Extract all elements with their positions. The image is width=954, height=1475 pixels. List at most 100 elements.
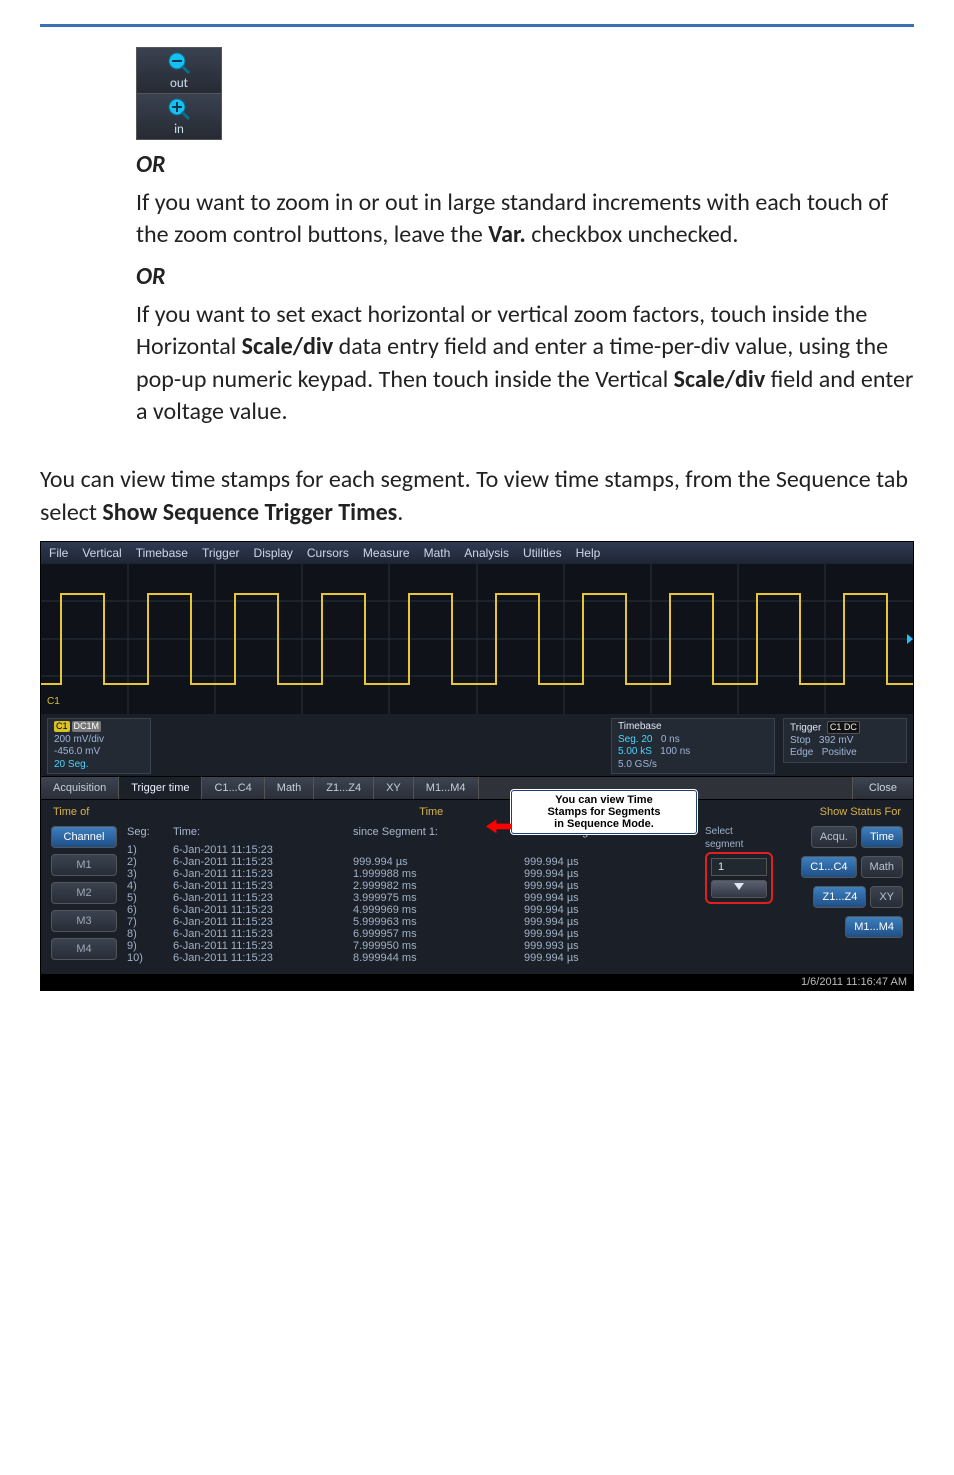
- menu-help[interactable]: Help: [576, 546, 601, 560]
- tab-acquisition[interactable]: Acquisition: [41, 777, 119, 799]
- menu-file[interactable]: File: [49, 546, 68, 560]
- table-row: 10)6-Jan-2011 11:15:238.999944 ms999.994…: [127, 952, 695, 964]
- cell-between: 999.994 µs: [524, 952, 695, 964]
- zoom-in-icon: [166, 96, 192, 122]
- chip-m4[interactable]: M4: [51, 938, 117, 960]
- p1b: checkbox unchecked.: [526, 220, 739, 249]
- segsel-label-a: Select: [705, 826, 773, 837]
- zoom-out-label: out: [137, 76, 221, 91]
- timebase-info-box[interactable]: Timebase Seg. 20 0 ns 5.00 kS 100 ns 5.0…: [611, 718, 775, 774]
- status-bar: 1/6/2011 11:16:47 AM: [41, 974, 913, 990]
- tab-xy[interactable]: XY: [374, 777, 414, 799]
- tb-title: Timebase: [618, 721, 768, 734]
- show-status-for-label: Show Status For: [820, 806, 901, 818]
- ch-vdiv: 200 mV/div: [54, 734, 144, 747]
- btn-m1m4[interactable]: M1...M4: [845, 916, 903, 938]
- chip-channel[interactable]: Channel: [51, 826, 117, 848]
- btn-math[interactable]: Math: [861, 856, 903, 878]
- cell-since: 6.999957 ms: [353, 928, 524, 940]
- paragraph-2: If you want to set exact horizontal or v…: [136, 299, 914, 429]
- cell-seg: 4): [127, 880, 173, 892]
- p3-bold: Show Sequence Trigger Times: [102, 498, 397, 527]
- trg-stop: Stop: [790, 735, 811, 746]
- cell-seg: 1): [127, 844, 173, 856]
- trg-slope: Positive: [822, 747, 857, 758]
- table-row: 2)6-Jan-2011 11:15:23999.994 µs999.994 µ…: [127, 856, 695, 868]
- callout-l2: Stamps for Segments: [520, 806, 688, 818]
- cell-since: 7.999950 ms: [353, 940, 524, 952]
- tab-m1m4[interactable]: M1...M4: [414, 777, 479, 799]
- cell-time: 6-Jan-2011 11:15:23: [173, 940, 353, 952]
- callout-l3: in Sequence Mode.: [520, 818, 688, 830]
- trg-edge: Edge: [790, 747, 813, 758]
- c1-badge: C1: [54, 721, 70, 732]
- table-row: 4)6-Jan-2011 11:15:232.999982 ms999.994 …: [127, 880, 695, 892]
- chip-m1[interactable]: M1: [51, 854, 117, 876]
- btn-acqu[interactable]: Acqu.: [811, 826, 857, 848]
- svg-text:C1: C1: [47, 696, 60, 707]
- btn-z1z4[interactable]: Z1...Z4: [813, 886, 866, 908]
- table-row: 1)6-Jan-2011 11:15:23: [127, 844, 695, 856]
- menu-timebase[interactable]: Timebase: [136, 546, 188, 560]
- cell-time: 6-Jan-2011 11:15:23: [173, 928, 353, 940]
- table-row: 7)6-Jan-2011 11:15:235.999963 ms999.994 …: [127, 916, 695, 928]
- cell-since: 2.999982 ms: [353, 880, 524, 892]
- menu-vertical[interactable]: Vertical: [82, 546, 121, 560]
- btn-c1c4[interactable]: C1...C4: [801, 856, 856, 878]
- or-heading-1: OR: [136, 150, 914, 179]
- waveform-grid[interactable]: C1: [41, 564, 913, 714]
- cell-seg: 9): [127, 940, 173, 952]
- table-row: 8)6-Jan-2011 11:15:236.999957 ms999.994 …: [127, 928, 695, 940]
- sub-bar: Time of Time Show Status For: [41, 800, 913, 820]
- cell-time: 6-Jan-2011 11:15:23: [173, 952, 353, 964]
- menu-analysis[interactable]: Analysis: [464, 546, 509, 560]
- menu-math[interactable]: Math: [424, 546, 451, 560]
- time-label: Time: [419, 806, 443, 818]
- menu-measure[interactable]: Measure: [363, 546, 410, 560]
- waveform-svg: C1: [41, 564, 913, 714]
- cell-seg: 2): [127, 856, 173, 868]
- left-chip-column: Channel M1 M2 M3 M4: [51, 826, 117, 964]
- cell-seg: 5): [127, 892, 173, 904]
- trg-source-badge: C1 DC: [827, 721, 860, 734]
- cell-time: 6-Jan-2011 11:15:23: [173, 868, 353, 880]
- tab-z1z4[interactable]: Z1...Z4: [314, 777, 374, 799]
- menu-trigger[interactable]: Trigger: [202, 546, 240, 560]
- segsel-value[interactable]: 1: [711, 858, 767, 876]
- menubar: File Vertical Timebase Trigger Display C…: [41, 542, 913, 564]
- btn-time[interactable]: Time: [861, 826, 903, 848]
- btn-xy[interactable]: XY: [870, 886, 903, 908]
- chip-m3[interactable]: M3: [51, 910, 117, 932]
- trg-level: 392 mV: [819, 735, 853, 746]
- tb-samples: 5.00 kS: [618, 746, 652, 757]
- p1-bold: Var.: [488, 220, 526, 249]
- cell-between: 999.994 µs: [524, 892, 695, 904]
- tab-trigger-time[interactable]: Trigger time: [119, 777, 202, 799]
- p2-bold2: Scale/div: [674, 365, 766, 394]
- cell-since: 3.999975 ms: [353, 892, 524, 904]
- cell-between: 999.994 µs: [524, 868, 695, 880]
- menu-display[interactable]: Display: [254, 546, 293, 560]
- paragraph-3: You can view time stamps for each segmen…: [40, 464, 914, 529]
- tab-math[interactable]: Math: [265, 777, 314, 799]
- cell-time: 6-Jan-2011 11:15:23: [173, 892, 353, 904]
- menu-cursors[interactable]: Cursors: [307, 546, 349, 560]
- tab-c1c4[interactable]: C1...C4: [202, 777, 264, 799]
- zoom-buttons: out in: [136, 47, 222, 140]
- segsel-dropdown[interactable]: [711, 880, 767, 898]
- channel-info-box[interactable]: C1DC1M 200 mV/div -456.0 mV 20 Seg.: [47, 718, 151, 774]
- menu-utilities[interactable]: Utilities: [523, 546, 562, 560]
- table-row: 5)6-Jan-2011 11:15:233.999975 ms999.994 …: [127, 892, 695, 904]
- cell-between: 999.994 µs: [524, 880, 695, 892]
- cell-time: 6-Jan-2011 11:15:23: [173, 856, 353, 868]
- callout-sequence: You can view Time Stamps for Segments in…: [511, 790, 697, 834]
- chip-m2[interactable]: M2: [51, 882, 117, 904]
- or-heading-2: OR: [136, 262, 914, 291]
- segsel-highlight: 1: [705, 852, 773, 904]
- zoom-out-button[interactable]: out: [137, 48, 221, 94]
- trigger-info-box[interactable]: Trigger C1 DC Stop 392 mV Edge Positive: [783, 718, 907, 763]
- close-button[interactable]: Close: [852, 777, 913, 799]
- zoom-in-button[interactable]: in: [137, 94, 221, 139]
- tb-tdiv: 100 ns: [660, 746, 690, 757]
- tb-rate: 5.0 GS/s: [618, 759, 768, 772]
